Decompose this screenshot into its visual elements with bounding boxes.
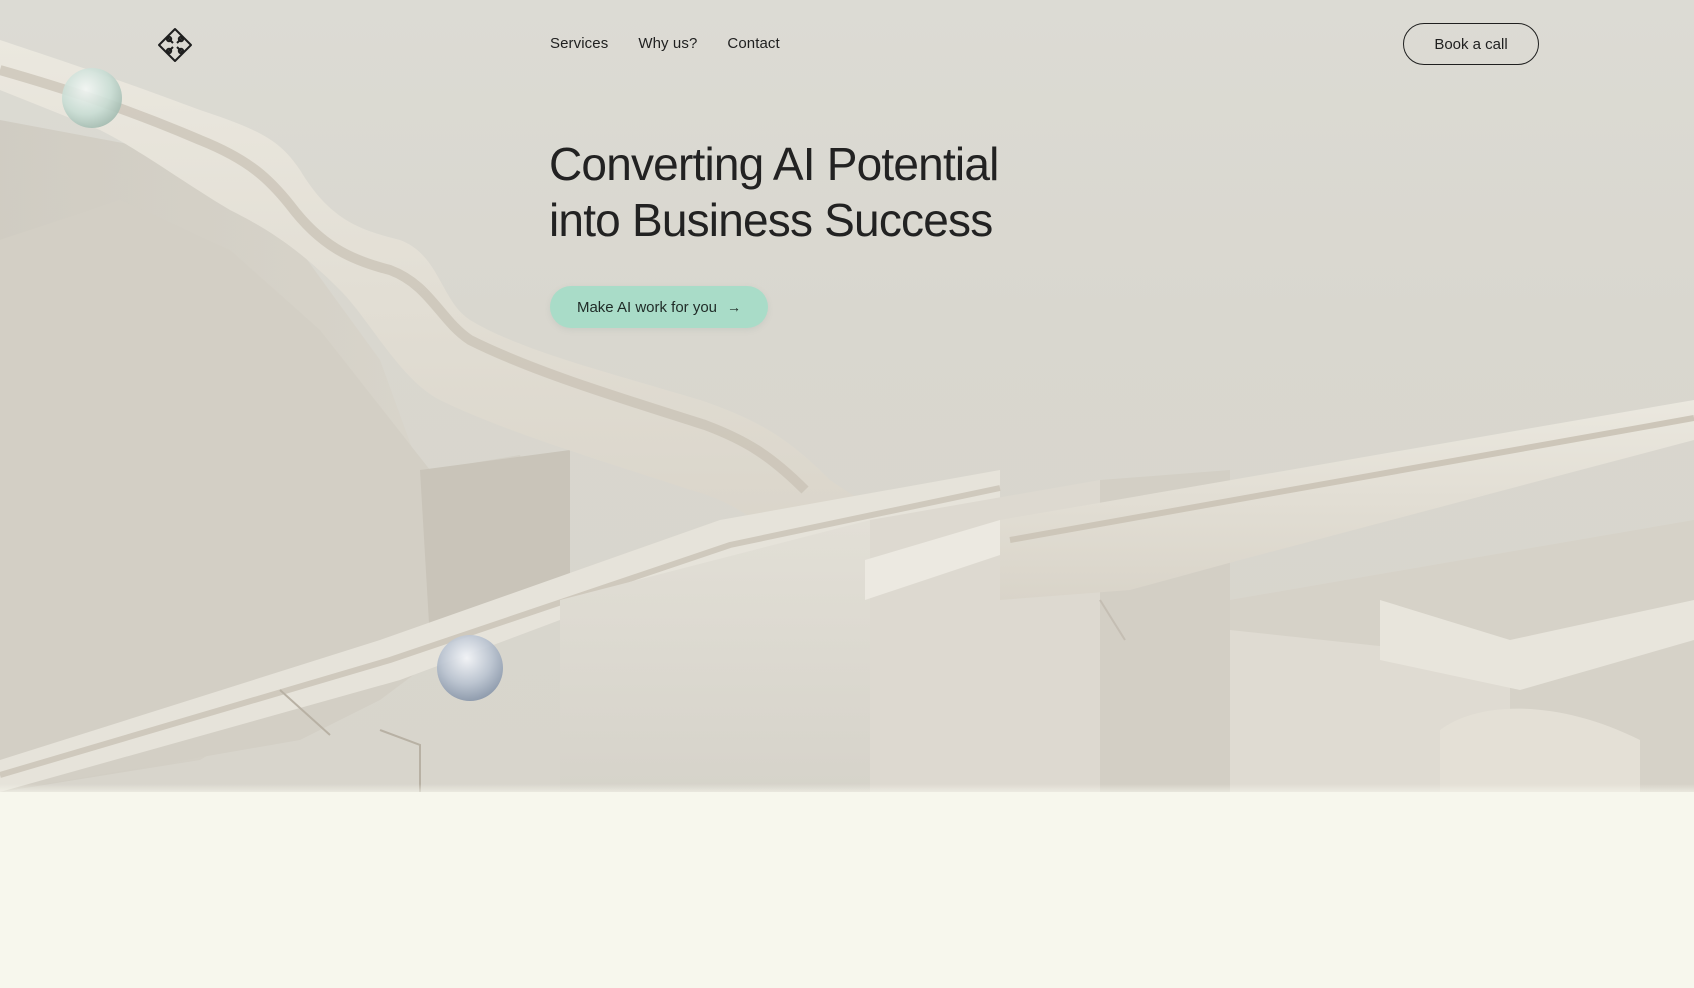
below-hero-section: [0, 792, 1694, 988]
book-a-call-button[interactable]: Book a call: [1403, 23, 1539, 65]
nav-item-services[interactable]: Services: [550, 34, 608, 54]
hero-headline: Converting AI Potential into Business Su…: [549, 136, 1109, 248]
arrow-right-icon: →: [727, 299, 742, 315]
diamond-chain-logo-icon[interactable]: [156, 26, 194, 64]
make-ai-work-button[interactable]: Make AI work for you →: [550, 286, 768, 328]
hero-section: Services Why us? Contact Book a call Con…: [0, 0, 1694, 792]
hero-headline-line-2: into Business Success: [549, 194, 993, 246]
hero-headline-line-1: Converting AI Potential: [549, 138, 999, 190]
hero-bottom-fade: [0, 784, 1694, 792]
nav-item-contact[interactable]: Contact: [727, 34, 779, 54]
main-nav: Services Why us? Contact: [550, 34, 780, 54]
nav-item-why-us[interactable]: Why us?: [638, 34, 697, 54]
make-ai-work-label: Make AI work for you: [576, 298, 718, 316]
hero-background-illustration: [0, 40, 1694, 792]
